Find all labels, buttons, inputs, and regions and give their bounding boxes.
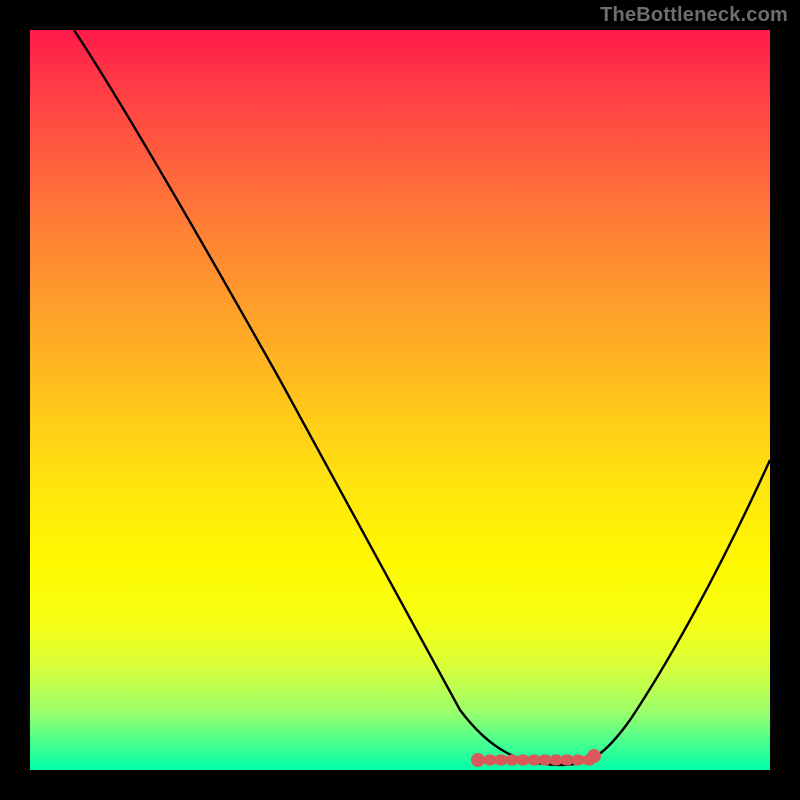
min-start-marker [471,753,485,767]
bottleneck-curve [74,30,770,765]
min-end-marker [587,749,601,763]
curve-layer [30,30,770,770]
watermark-text: TheBottleneck.com [600,4,788,27]
plot-area [30,30,770,770]
chart-frame: TheBottleneck.com [0,0,800,800]
